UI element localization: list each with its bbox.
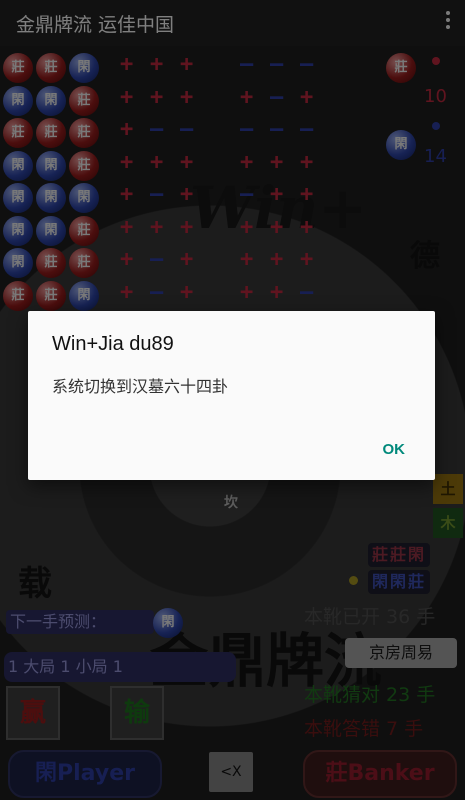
dialog-title: Win+Jia du89 bbox=[52, 333, 174, 355]
dialog-message: 系统切换到汉墓六十四卦 bbox=[52, 377, 229, 396]
ok-button[interactable]: OK bbox=[375, 437, 414, 462]
alert-dialog: Win+Jia du89 系统切换到汉墓六十四卦 OK bbox=[28, 311, 435, 480]
